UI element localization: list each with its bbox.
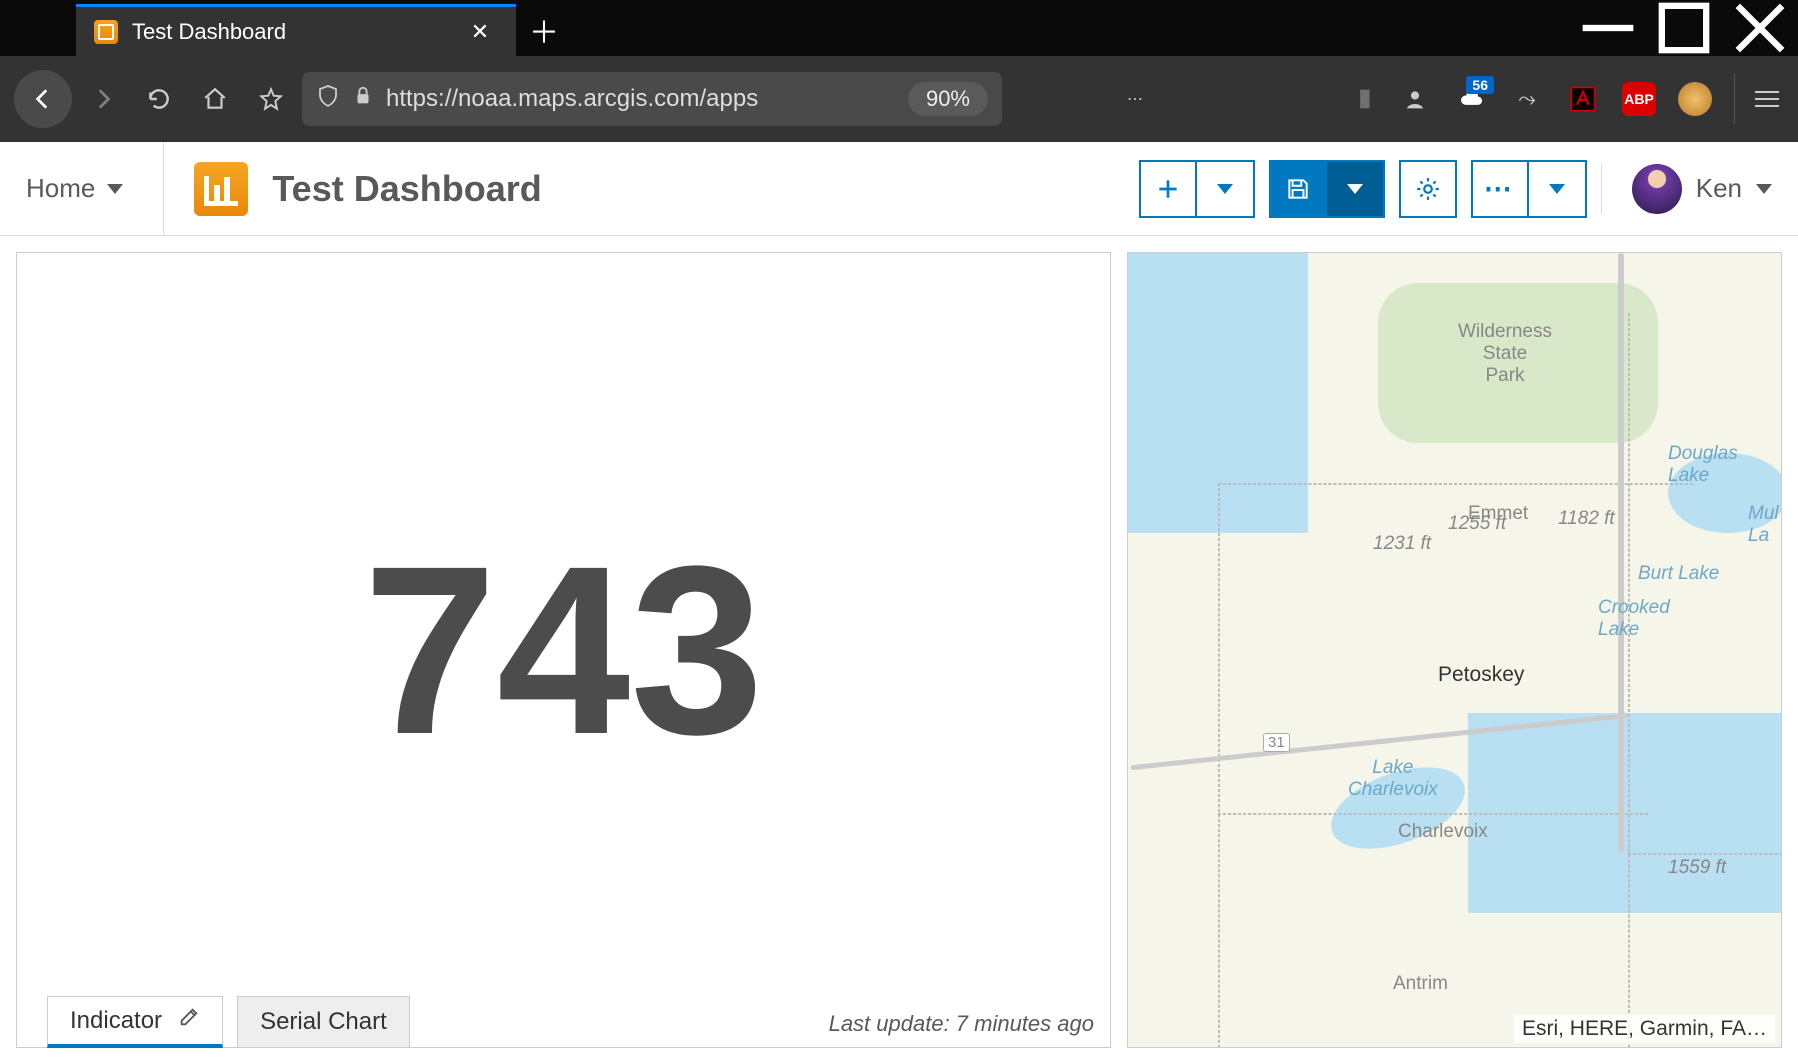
chevron-down-icon	[1756, 184, 1772, 194]
window-controls	[1570, 0, 1798, 56]
map-label-park: Wilderness State Park	[1458, 321, 1552, 387]
header-actions: ⋯ Ken	[1139, 160, 1772, 218]
map-label-crooked: Crooked Lake	[1598, 597, 1670, 641]
zoom-level[interactable]: 90%	[908, 82, 988, 116]
last-update-text: Last update: 7 minutes ago	[829, 1011, 1094, 1037]
page-actions-icon[interactable]: ⋯	[1110, 74, 1160, 124]
map-label-petoskey: Petoskey	[1438, 663, 1524, 687]
map-label-elev1231: 1231 ft	[1373, 533, 1431, 555]
map-canvas[interactable]: Wilderness State Park Douglas Lake Emmet…	[1128, 253, 1781, 1047]
map-label-charlevoix: Charlevoix	[1398, 821, 1488, 843]
map-attribution: Esri, HERE, Garmin, FA…	[1514, 1015, 1775, 1043]
tab-title: Test Dashboard	[132, 19, 448, 45]
add-element-dropdown[interactable]	[1197, 160, 1255, 218]
maximize-button[interactable]	[1646, 0, 1722, 56]
save-button[interactable]	[1269, 160, 1327, 218]
tab-strip: Test Dashboard ✕ ＋	[0, 0, 1798, 56]
weather-badge: 56	[1466, 76, 1494, 94]
tab-indicator[interactable]: Indicator	[47, 996, 223, 1048]
username: Ken	[1696, 173, 1742, 204]
indicator-value: 743	[363, 530, 763, 770]
dashboard-logo-icon	[194, 162, 248, 216]
map-boundary	[1628, 853, 1781, 855]
map-boundary	[1218, 813, 1648, 815]
url-text: https://noaa.maps.arcgis.com/apps	[386, 85, 896, 113]
library-icon[interactable]	[1278, 74, 1328, 124]
edit-icon[interactable]	[178, 1006, 200, 1035]
user-menu[interactable]: Ken	[1601, 164, 1772, 214]
dashboard-app: Home Test Dashboard ⋯	[0, 142, 1798, 1064]
options-group: ⋯	[1471, 160, 1587, 218]
home-button[interactable]	[190, 74, 240, 124]
map-boundary	[1628, 313, 1630, 1047]
map-boundary	[1218, 483, 1220, 1047]
map-label-mullett: Mul La	[1748, 503, 1779, 547]
map-label-burt: Burt Lake	[1638, 563, 1719, 585]
indicator-body: 743	[17, 253, 1110, 1047]
nav-bar: https://noaa.maps.arcgis.com/apps 90% ⋯	[0, 56, 1798, 142]
pocket-icon[interactable]	[1166, 74, 1216, 124]
browser-tab[interactable]: Test Dashboard ✕	[76, 4, 516, 56]
save-group	[1269, 160, 1385, 218]
map-label-elev1559: 1559 ft	[1668, 857, 1726, 879]
weather-extension-icon[interactable]: 56	[1446, 74, 1496, 124]
minimize-button[interactable]	[1570, 0, 1646, 56]
account-icon[interactable]	[1390, 74, 1440, 124]
forward-button[interactable]	[78, 74, 128, 124]
more-options-button[interactable]: ⋯	[1471, 160, 1529, 218]
tab-serial-chart[interactable]: Serial Chart	[237, 996, 410, 1048]
tampermonkey-extension-icon[interactable]	[1670, 74, 1720, 124]
map-label-antrim: Antrim	[1393, 973, 1448, 995]
bookmark-star-button[interactable]	[246, 74, 296, 124]
arcgis-favicon-icon	[94, 20, 118, 44]
pdf-extension-icon[interactable]	[1558, 74, 1608, 124]
home-label: Home	[26, 173, 95, 204]
adblock-extension-icon[interactable]: ABP	[1614, 74, 1664, 124]
new-tab-button[interactable]: ＋	[516, 4, 572, 56]
map-road	[1618, 253, 1624, 853]
map-label-route31: 31	[1263, 733, 1290, 752]
close-tab-button[interactable]: ✕	[462, 14, 498, 50]
extension-icon-1[interactable]: ⤳	[1502, 74, 1552, 124]
dashboard-content: 743 Last update: 7 minutes ago Indicator…	[0, 236, 1798, 1064]
map-label-elev1182: 1182 ft	[1558, 508, 1615, 530]
indicator-panel[interactable]: 743 Last update: 7 minutes ago Indicator…	[16, 252, 1111, 1048]
panel-tabs: Indicator Serial Chart	[47, 996, 410, 1048]
reload-button[interactable]	[134, 74, 184, 124]
settings-button[interactable]	[1399, 160, 1457, 218]
tab-indicator-label: Indicator	[70, 1007, 162, 1035]
add-element-button[interactable]	[1139, 160, 1197, 218]
close-window-button[interactable]	[1722, 0, 1798, 56]
map-panel[interactable]: Wilderness State Park Douglas Lake Emmet…	[1127, 252, 1782, 1048]
add-element-group	[1139, 160, 1255, 218]
browser-chrome: Test Dashboard ✕ ＋	[0, 0, 1798, 142]
sidebar-icon[interactable]	[1334, 74, 1384, 124]
user-avatar	[1632, 164, 1682, 214]
back-button[interactable]	[14, 70, 72, 128]
more-options-dropdown[interactable]	[1529, 160, 1587, 218]
address-bar[interactable]: https://noaa.maps.arcgis.com/apps 90%	[302, 72, 1002, 126]
shield-icon	[316, 84, 340, 115]
map-label-lakecharlevoix: Lake Charlevoix	[1348, 757, 1438, 801]
tab-serial-chart-label: Serial Chart	[260, 1008, 387, 1036]
map-label-elev1255: 1255 ft	[1448, 513, 1506, 535]
lock-icon	[352, 85, 374, 114]
map-label-douglaslake: Douglas Lake	[1668, 443, 1738, 487]
app-header: Home Test Dashboard ⋯	[0, 142, 1798, 236]
menu-button[interactable]	[1734, 74, 1784, 124]
chevron-down-icon	[107, 184, 123, 194]
home-dropdown[interactable]: Home	[26, 142, 164, 235]
bookmark-page-icon[interactable]	[1222, 74, 1272, 124]
app-title: Test Dashboard	[272, 168, 541, 210]
toolbar-right: ⋯ 56 ⤳ ABP	[1110, 74, 1784, 124]
save-dropdown[interactable]	[1327, 160, 1385, 218]
